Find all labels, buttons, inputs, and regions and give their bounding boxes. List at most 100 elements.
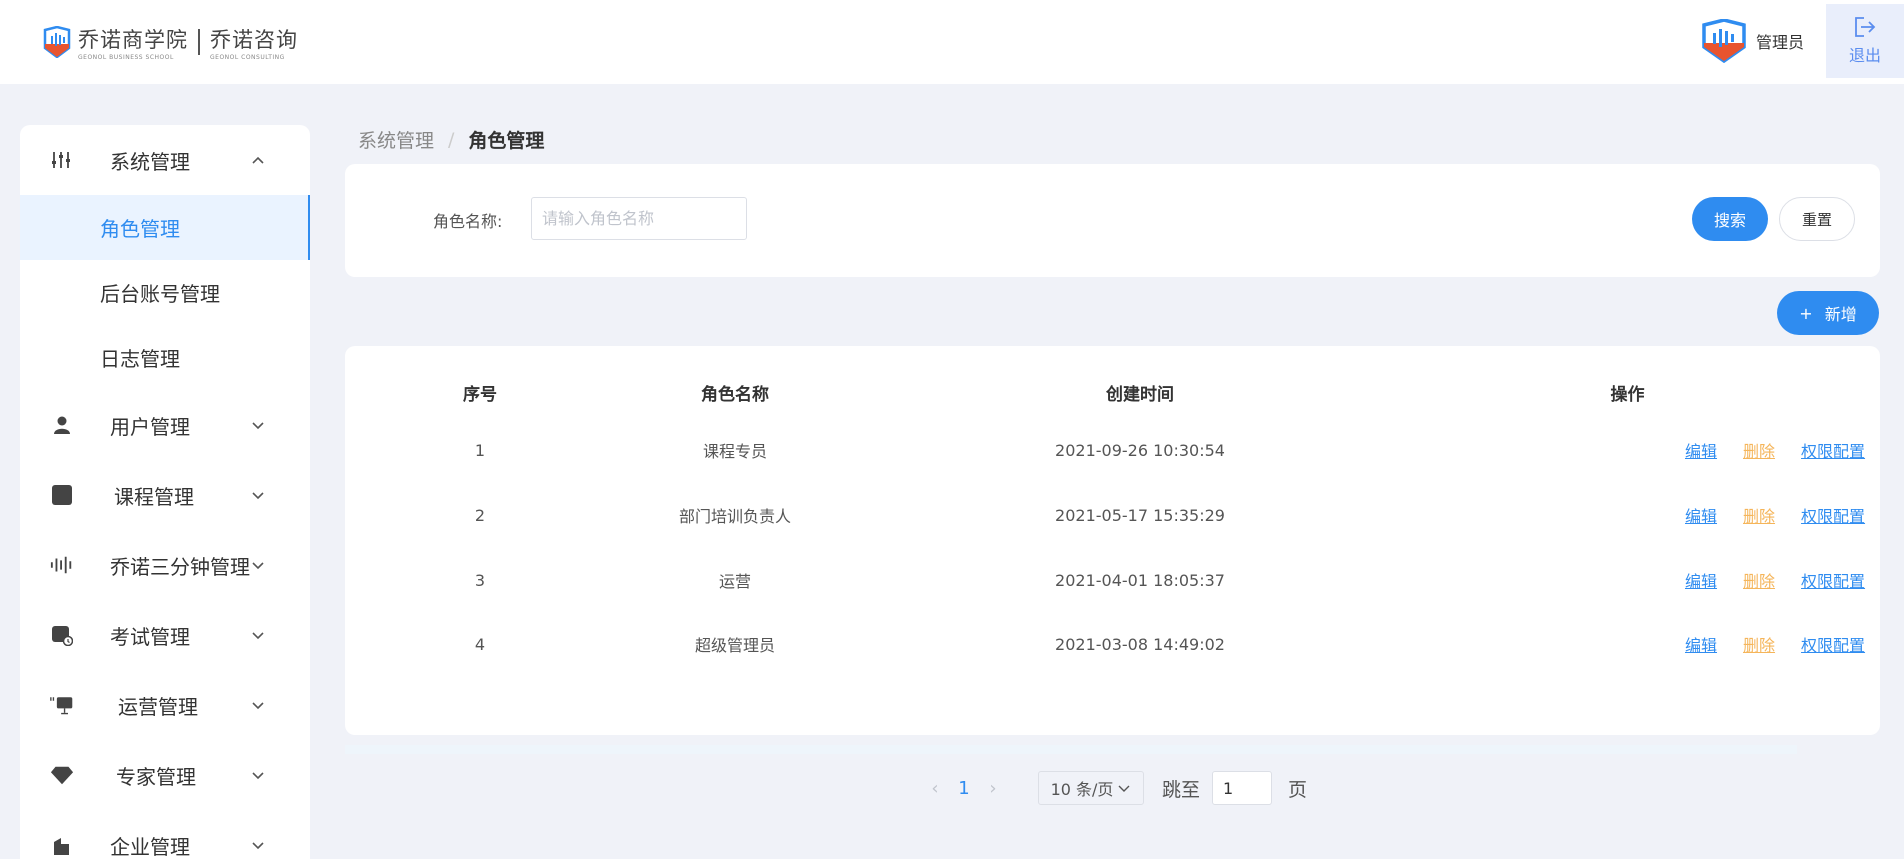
chevron-down-icon <box>252 842 264 850</box>
role-name-input[interactable] <box>531 197 747 240</box>
logo-shield-icon <box>43 26 71 58</box>
search-panel: 角色名称: 搜索 重置 <box>345 164 1880 277</box>
table-row: 1 课程专员 2021-09-26 10:30:54 编辑 删除 权限配置 <box>345 418 1880 482</box>
sidebar-group-label: 考试管理 <box>110 624 190 649</box>
logo: 乔诺商学院 GEONOL BUSINESS SCHOOL 乔诺咨询 GEONOL… <box>42 24 298 61</box>
chevron-up-icon <box>252 156 264 164</box>
user-menu[interactable]: 管理员 <box>1700 16 1804 66</box>
row-created-time: 2021-05-17 15:35:29 <box>1055 505 1225 525</box>
row-created-time: 2021-09-26 10:30:54 <box>1055 440 1225 460</box>
row-actions: 编辑 删除 权限配置 <box>1375 418 1880 482</box>
logout-label: 退出 <box>1848 46 1881 65</box>
chevron-down-icon <box>252 562 264 570</box>
permissions-link[interactable]: 权限配置 <box>1801 438 1865 462</box>
top-header: 乔诺商学院 GEONOL BUSINESS SCHOOL 乔诺咨询 GEONOL… <box>0 0 1904 84</box>
row-role-name: 超级管理员 <box>694 636 775 655</box>
page-size-select[interactable]: 10 条/页 <box>1038 771 1144 805</box>
breadcrumb-parent[interactable]: 系统管理 <box>358 126 434 153</box>
sidebar-group-operations[interactable]: 运营管理 <box>20 670 310 740</box>
table-row: 3 运营 2021-04-01 18:05:37 编辑 删除 权限配置 <box>345 548 1880 612</box>
sidebar-group-label: 乔诺三分钟管理 <box>110 554 250 579</box>
row-role-name: 课程专员 <box>702 442 767 461</box>
table-header-row: 序号 角色名称 创建时间 操作 <box>345 360 1880 424</box>
sidebar-group-label: 专家管理 <box>116 764 196 789</box>
column-header-index: 序号 <box>463 384 497 405</box>
chevron-down-icon <box>1118 785 1130 792</box>
sidebar-item-logs[interactable]: 日志管理 <box>20 325 310 390</box>
sidebar-group-label: 课程管理 <box>114 484 194 509</box>
row-index: 2 <box>474 505 486 525</box>
logout-button[interactable]: 退出 <box>1826 4 1904 78</box>
edit-link[interactable]: 编辑 <box>1685 632 1717 656</box>
edit-link[interactable]: 编辑 <box>1685 503 1717 527</box>
delete-link[interactable]: 删除 <box>1743 503 1775 527</box>
building-icon <box>50 833 74 857</box>
column-header-created: 创建时间 <box>1106 384 1174 405</box>
audio-wave-icon <box>50 553 74 577</box>
table-row: 4 超级管理员 2021-03-08 14:49:02 编辑 删除 权限配置 <box>345 612 1880 676</box>
edit-link[interactable]: 编辑 <box>1685 438 1717 462</box>
logo-divider <box>198 29 200 55</box>
breadcrumb: 系统管理 / 角色管理 <box>358 126 544 153</box>
row-role-name: 部门培训负责人 <box>678 507 791 526</box>
chevron-down-icon <box>252 492 264 500</box>
prev-page-button[interactable]: ‹ <box>920 778 950 799</box>
breadcrumb-separator: / <box>448 128 455 151</box>
sidebar: 系统管理 角色管理 后台账号管理 日志管理 用户管理 课程管理 乔诺三分钟管理 … <box>20 125 310 859</box>
delete-link[interactable]: 删除 <box>1743 438 1775 462</box>
column-header-actions: 操作 <box>1610 384 1645 405</box>
permissions-link[interactable]: 权限配置 <box>1801 632 1865 656</box>
sidebar-group-exams[interactable]: 考试管理 <box>20 600 310 670</box>
horizontal-scrollbar[interactable] <box>345 745 1797 754</box>
sidebar-group-experts[interactable]: 专家管理 <box>20 740 310 810</box>
page-number-1[interactable]: 1 <box>950 778 978 799</box>
main-content: 系统管理 / 角色管理 角色名称: 搜索 重置 + 新增 序号 角色名称 创建时… <box>345 84 1880 859</box>
row-index: 1 <box>474 440 486 460</box>
reset-button[interactable]: 重置 <box>1779 197 1855 241</box>
user-name: 管理员 <box>1755 33 1804 52</box>
sidebar-item-admin-accounts[interactable]: 后台账号管理 <box>20 260 310 325</box>
diamond-icon <box>50 763 74 787</box>
logo-consulting-subtitle: GEONOL CONSULTING <box>210 53 285 61</box>
add-role-button[interactable]: + 新增 <box>1777 291 1879 335</box>
jump-label: 跳至 <box>1162 778 1201 801</box>
plus-icon: + <box>1799 303 1813 323</box>
sidebar-group-three-minutes[interactable]: 乔诺三分钟管理 <box>20 530 310 600</box>
permissions-link[interactable]: 权限配置 <box>1801 503 1865 527</box>
row-actions: 编辑 删除 权限配置 <box>1375 548 1880 612</box>
search-button[interactable]: 搜索 <box>1692 197 1768 241</box>
breadcrumb-current: 角色管理 <box>468 130 545 152</box>
sidebar-group-enterprises[interactable]: 企业管理 <box>20 810 310 859</box>
permissions-link[interactable]: 权限配置 <box>1801 568 1865 592</box>
book-icon <box>50 483 74 507</box>
add-role-label: 新增 <box>1824 305 1857 324</box>
row-actions: 编辑 删除 权限配置 <box>1375 612 1880 676</box>
logo-school: 乔诺商学院 GEONOL BUSINESS SCHOOL <box>72 24 188 61</box>
next-page-button[interactable]: › <box>978 778 1008 799</box>
user-icon <box>50 413 74 437</box>
role-name-label: 角色名称: <box>433 212 503 231</box>
row-role-name: 运营 <box>718 572 751 591</box>
sidebar-group-system[interactable]: 系统管理 <box>20 125 310 195</box>
exam-icon <box>50 623 74 647</box>
sidebar-item-role-management[interactable]: 角色管理 <box>20 195 310 260</box>
sidebar-group-courses[interactable]: 课程管理 <box>20 460 310 530</box>
presentation-icon <box>50 693 74 717</box>
chevron-down-icon <box>252 422 264 430</box>
avatar <box>1702 19 1746 63</box>
logout-icon <box>1855 17 1876 37</box>
sidebar-group-users[interactable]: 用户管理 <box>20 390 310 460</box>
chevron-down-icon <box>252 772 264 780</box>
jump-page-input[interactable] <box>1212 771 1273 805</box>
sidebar-group-label: 系统管理 <box>110 149 190 174</box>
delete-link[interactable]: 删除 <box>1743 568 1775 592</box>
chevron-down-icon <box>252 632 264 640</box>
logo-consulting-name: 乔诺咨询 <box>210 27 298 52</box>
edit-link[interactable]: 编辑 <box>1685 568 1717 592</box>
row-created-time: 2021-03-08 14:49:02 <box>1055 634 1225 654</box>
chevron-down-icon <box>252 702 264 710</box>
logo-school-name: 乔诺商学院 <box>78 27 188 52</box>
delete-link[interactable]: 删除 <box>1743 632 1775 656</box>
row-index: 3 <box>474 570 486 590</box>
logo-consulting: 乔诺咨询 GEONOL CONSULTING <box>210 24 298 61</box>
